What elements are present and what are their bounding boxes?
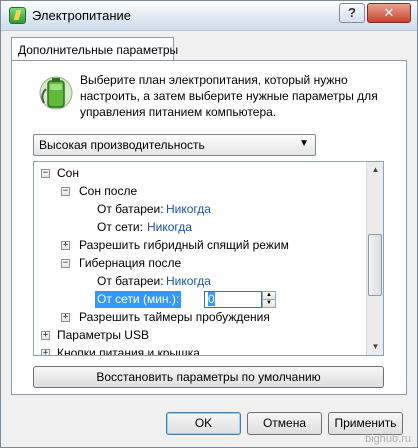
chevron-down-icon: ▼: [299, 138, 309, 149]
title-bar[interactable]: Электропитание ? ✕: [1, 1, 417, 31]
tree-label: Сон: [57, 166, 79, 180]
apply-button[interactable]: Применить: [328, 412, 403, 435]
setting-label: От сети (мин.):: [95, 291, 182, 308]
setting-value-link[interactable]: Никогда: [147, 219, 192, 236]
setting-value-link[interactable]: Никогда: [166, 273, 211, 290]
restore-defaults-button[interactable]: Восстановить параметры по умолчанию: [33, 366, 384, 388]
power-plan-value: Высокая производительность: [39, 138, 205, 152]
collapse-icon[interactable]: −: [61, 259, 70, 268]
tree-label: Кнопки питания и крышка: [57, 346, 200, 356]
tree-label: Разрешить таймеры пробуждения: [79, 310, 270, 324]
scroll-down-icon[interactable]: ▼: [368, 339, 383, 355]
collapse-icon[interactable]: −: [41, 169, 50, 178]
tree-scrollbar[interactable]: ▲ ▼: [366, 162, 383, 355]
setting-label: От батареи:: [97, 274, 164, 288]
power-options-window: Электропитание ? ✕ Дополнительные параме…: [0, 0, 418, 448]
watermark: bighub.ru: [365, 433, 411, 445]
power-icon: [9, 7, 26, 24]
setting-value-link[interactable]: Никогда: [166, 201, 211, 218]
tree-label: Разрешить гибридный спящий режим: [79, 238, 289, 252]
tree-label: Параметры USB: [57, 328, 149, 342]
setting-label: От батареи:: [97, 202, 164, 216]
spin-down-icon[interactable]: ▼: [262, 299, 276, 308]
close-button[interactable]: ✕: [367, 3, 411, 23]
scroll-thumb[interactable]: [368, 234, 382, 296]
window-title: Электропитание: [32, 8, 131, 23]
tree-label: Сон после: [79, 184, 138, 198]
expand-icon[interactable]: +: [41, 349, 50, 355]
cancel-button[interactable]: Отмена: [247, 412, 322, 435]
expand-icon[interactable]: +: [61, 241, 70, 250]
battery-plan-icon: [39, 76, 73, 110]
scroll-up-icon[interactable]: ▲: [368, 162, 383, 178]
help-button[interactable]: ?: [339, 3, 365, 23]
ok-button[interactable]: OK: [166, 412, 241, 435]
expand-icon[interactable]: +: [61, 313, 70, 322]
settings-tree: − Сон − Сон после От батареи: Никогда От…: [33, 161, 384, 356]
collapse-icon[interactable]: −: [61, 187, 70, 196]
expand-icon[interactable]: +: [41, 331, 50, 340]
intro-text: Выберите план электропитания, который ну…: [80, 73, 378, 119]
minutes-value: 0: [208, 292, 215, 306]
power-plan-select[interactable]: Высокая производительность ▼: [33, 134, 316, 156]
minutes-input[interactable]: 0: [204, 291, 262, 308]
tree-label: Гибернация после: [79, 256, 182, 270]
tree-item-hibernate-ac[interactable]: От сети (мин.): 0 ▲ ▼: [34, 291, 294, 308]
tab-advanced-settings[interactable]: Дополнительные параметры: [11, 37, 178, 61]
setting-label: От сети:: [97, 220, 143, 234]
